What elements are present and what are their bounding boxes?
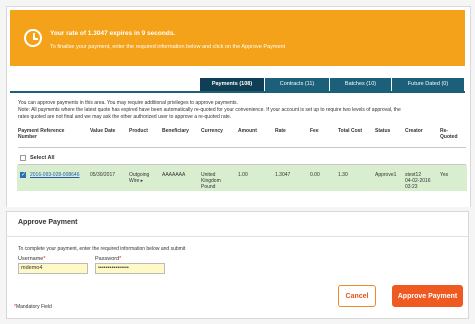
col-header-status: Status: [375, 128, 391, 134]
cell-value-date: 05/30/2017: [90, 172, 116, 178]
cancel-button[interactable]: Cancel: [338, 285, 376, 307]
banner-title: Your rate of 1.3047 expires in 9 seconds…: [50, 30, 176, 37]
payment-reference-link[interactable]: 2016-093-028-008646: [30, 172, 80, 178]
rate-expiry-banner: Your rate of 1.3047 expires in 9 seconds…: [10, 10, 465, 66]
cell-status: Approve1: [375, 172, 397, 178]
col-header-reference: Payment Reference Number: [18, 128, 65, 140]
col-header-requoted: Re- Quoted: [440, 128, 458, 140]
cell-total-cost: 1.30: [338, 172, 348, 178]
approve-payment-button[interactable]: Approve Payment: [392, 285, 463, 307]
col-header-creator: Creator: [405, 128, 423, 134]
cell-product: Outgoing Wire ▸: [129, 172, 150, 184]
clock-icon: [24, 29, 42, 47]
tab-bar: Payments (108) Contracts (11) Batches (1…: [200, 78, 465, 91]
username-field[interactable]: mdemo4: [18, 263, 88, 274]
cell-fee: 0.00: [310, 172, 320, 178]
tab-batches[interactable]: Batches (10): [330, 78, 392, 91]
cell-amount: 1.00: [238, 172, 248, 178]
cell-rate: 1.3047: [275, 172, 291, 178]
approve-payment-title: Approve Payment: [18, 219, 78, 226]
panel-divider: [6, 236, 469, 237]
info-note-1: You can approve payments in this area. Y…: [18, 100, 238, 106]
col-header-value-date: Value Date: [90, 128, 116, 134]
cell-beneficiary: AAAAAAA: [162, 172, 186, 178]
required-asterisk: *: [43, 256, 46, 262]
tab-contracts[interactable]: Contracts (11): [265, 78, 330, 91]
banner-subtitle: To finalise your payment, enter the requ…: [50, 44, 286, 50]
cell-currency: United Kingdom Pound: [201, 172, 221, 190]
table-row[interactable]: [17, 165, 467, 191]
col-header-rate: Rate: [275, 128, 286, 134]
select-all-label: Select All: [30, 155, 55, 161]
col-header-total-cost: Total Cost: [338, 128, 363, 134]
info-note-2: Note: All payments where the latest quot…: [18, 107, 401, 113]
col-header-amount: Amount: [238, 128, 257, 134]
tab-future-dated[interactable]: Future Dated (0): [392, 78, 465, 91]
cell-requoted: Yes: [440, 172, 449, 178]
tab-payments[interactable]: Payments (108): [200, 78, 265, 91]
col-header-currency: Currency: [201, 128, 223, 134]
col-header-beneficiary: Beneficiary: [162, 128, 189, 134]
info-note-3: rates quoted are not final and we may as…: [18, 114, 232, 120]
header-divider: [18, 147, 466, 148]
password-label: Password*: [95, 256, 122, 262]
mandatory-note: *Mandatory Field: [14, 304, 52, 310]
col-header-fee: Fee: [310, 128, 319, 134]
select-all-checkbox[interactable]: [20, 155, 26, 161]
tab-underline: [10, 91, 465, 93]
cell-creator: stest12 04-02-2016 03:23: [405, 172, 431, 190]
password-field[interactable]: ••••••••••••••••: [95, 263, 165, 274]
username-label: Username*: [18, 256, 46, 262]
col-header-product: Product: [129, 128, 148, 134]
required-asterisk: *: [119, 256, 122, 262]
row-checkbox[interactable]: [20, 171, 26, 178]
approve-instruction: To complete your payment, enter the requ…: [18, 246, 186, 252]
